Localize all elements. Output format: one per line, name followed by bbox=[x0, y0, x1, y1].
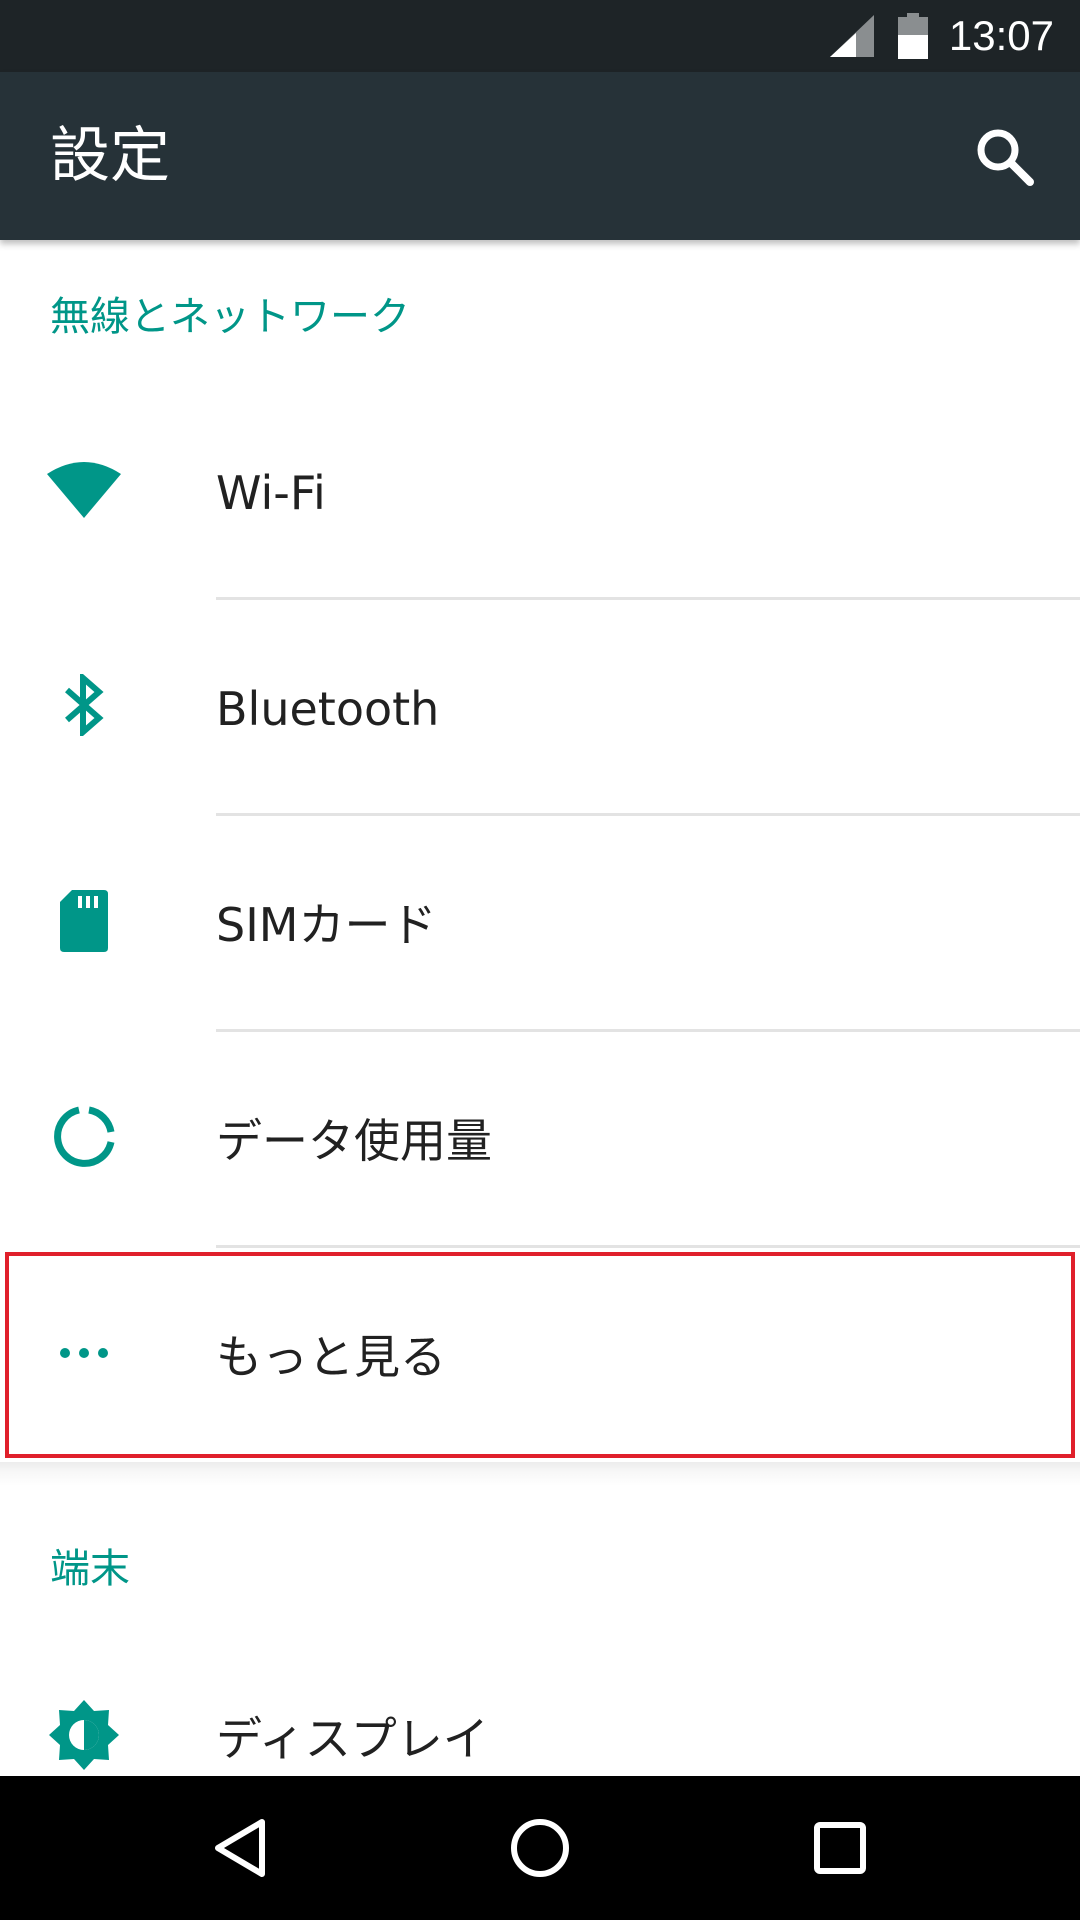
highlight-box bbox=[5, 1252, 1075, 1458]
wifi-icon bbox=[42, 447, 126, 531]
settings-item-label: Wi-Fi bbox=[216, 466, 326, 520]
battery-icon bbox=[898, 13, 928, 59]
status-bar: 13:07 bbox=[0, 0, 1080, 72]
app-bar: 設定 bbox=[0, 72, 1080, 240]
section-divider bbox=[0, 1462, 1080, 1486]
divider bbox=[216, 813, 1080, 816]
brightness-icon bbox=[42, 1693, 126, 1777]
section-header-device: 端末 bbox=[50, 1546, 130, 1592]
back-icon[interactable] bbox=[200, 1808, 280, 1888]
bluetooth-icon bbox=[42, 663, 126, 747]
settings-item-label: SIMカード bbox=[216, 898, 437, 952]
settings-item-bluetooth[interactable]: Bluetooth bbox=[0, 602, 1080, 816]
settings-item-data-usage[interactable]: データ使用量 bbox=[0, 1034, 1080, 1248]
divider bbox=[216, 597, 1080, 600]
settings-item-wifi[interactable]: Wi-Fi bbox=[0, 386, 1080, 600]
data-usage-icon bbox=[42, 1095, 126, 1179]
settings-item-label: Bluetooth bbox=[216, 682, 440, 736]
divider bbox=[216, 1245, 1080, 1248]
navigation-bar bbox=[0, 1776, 1080, 1920]
sim-card-icon bbox=[42, 879, 126, 963]
settings-item-label: データ使用量 bbox=[216, 1114, 492, 1168]
status-time: 13:07 bbox=[948, 12, 1054, 59]
home-icon[interactable] bbox=[500, 1808, 580, 1888]
search-icon[interactable] bbox=[970, 122, 1040, 192]
settings-item-sim-card[interactable]: SIMカード bbox=[0, 818, 1080, 1032]
page-title: 設定 bbox=[50, 121, 170, 191]
section-header-wireless: 無線とネットワーク bbox=[50, 294, 410, 340]
recents-icon[interactable] bbox=[800, 1808, 880, 1888]
divider bbox=[216, 1029, 1080, 1032]
cell-signal-icon bbox=[830, 15, 874, 57]
